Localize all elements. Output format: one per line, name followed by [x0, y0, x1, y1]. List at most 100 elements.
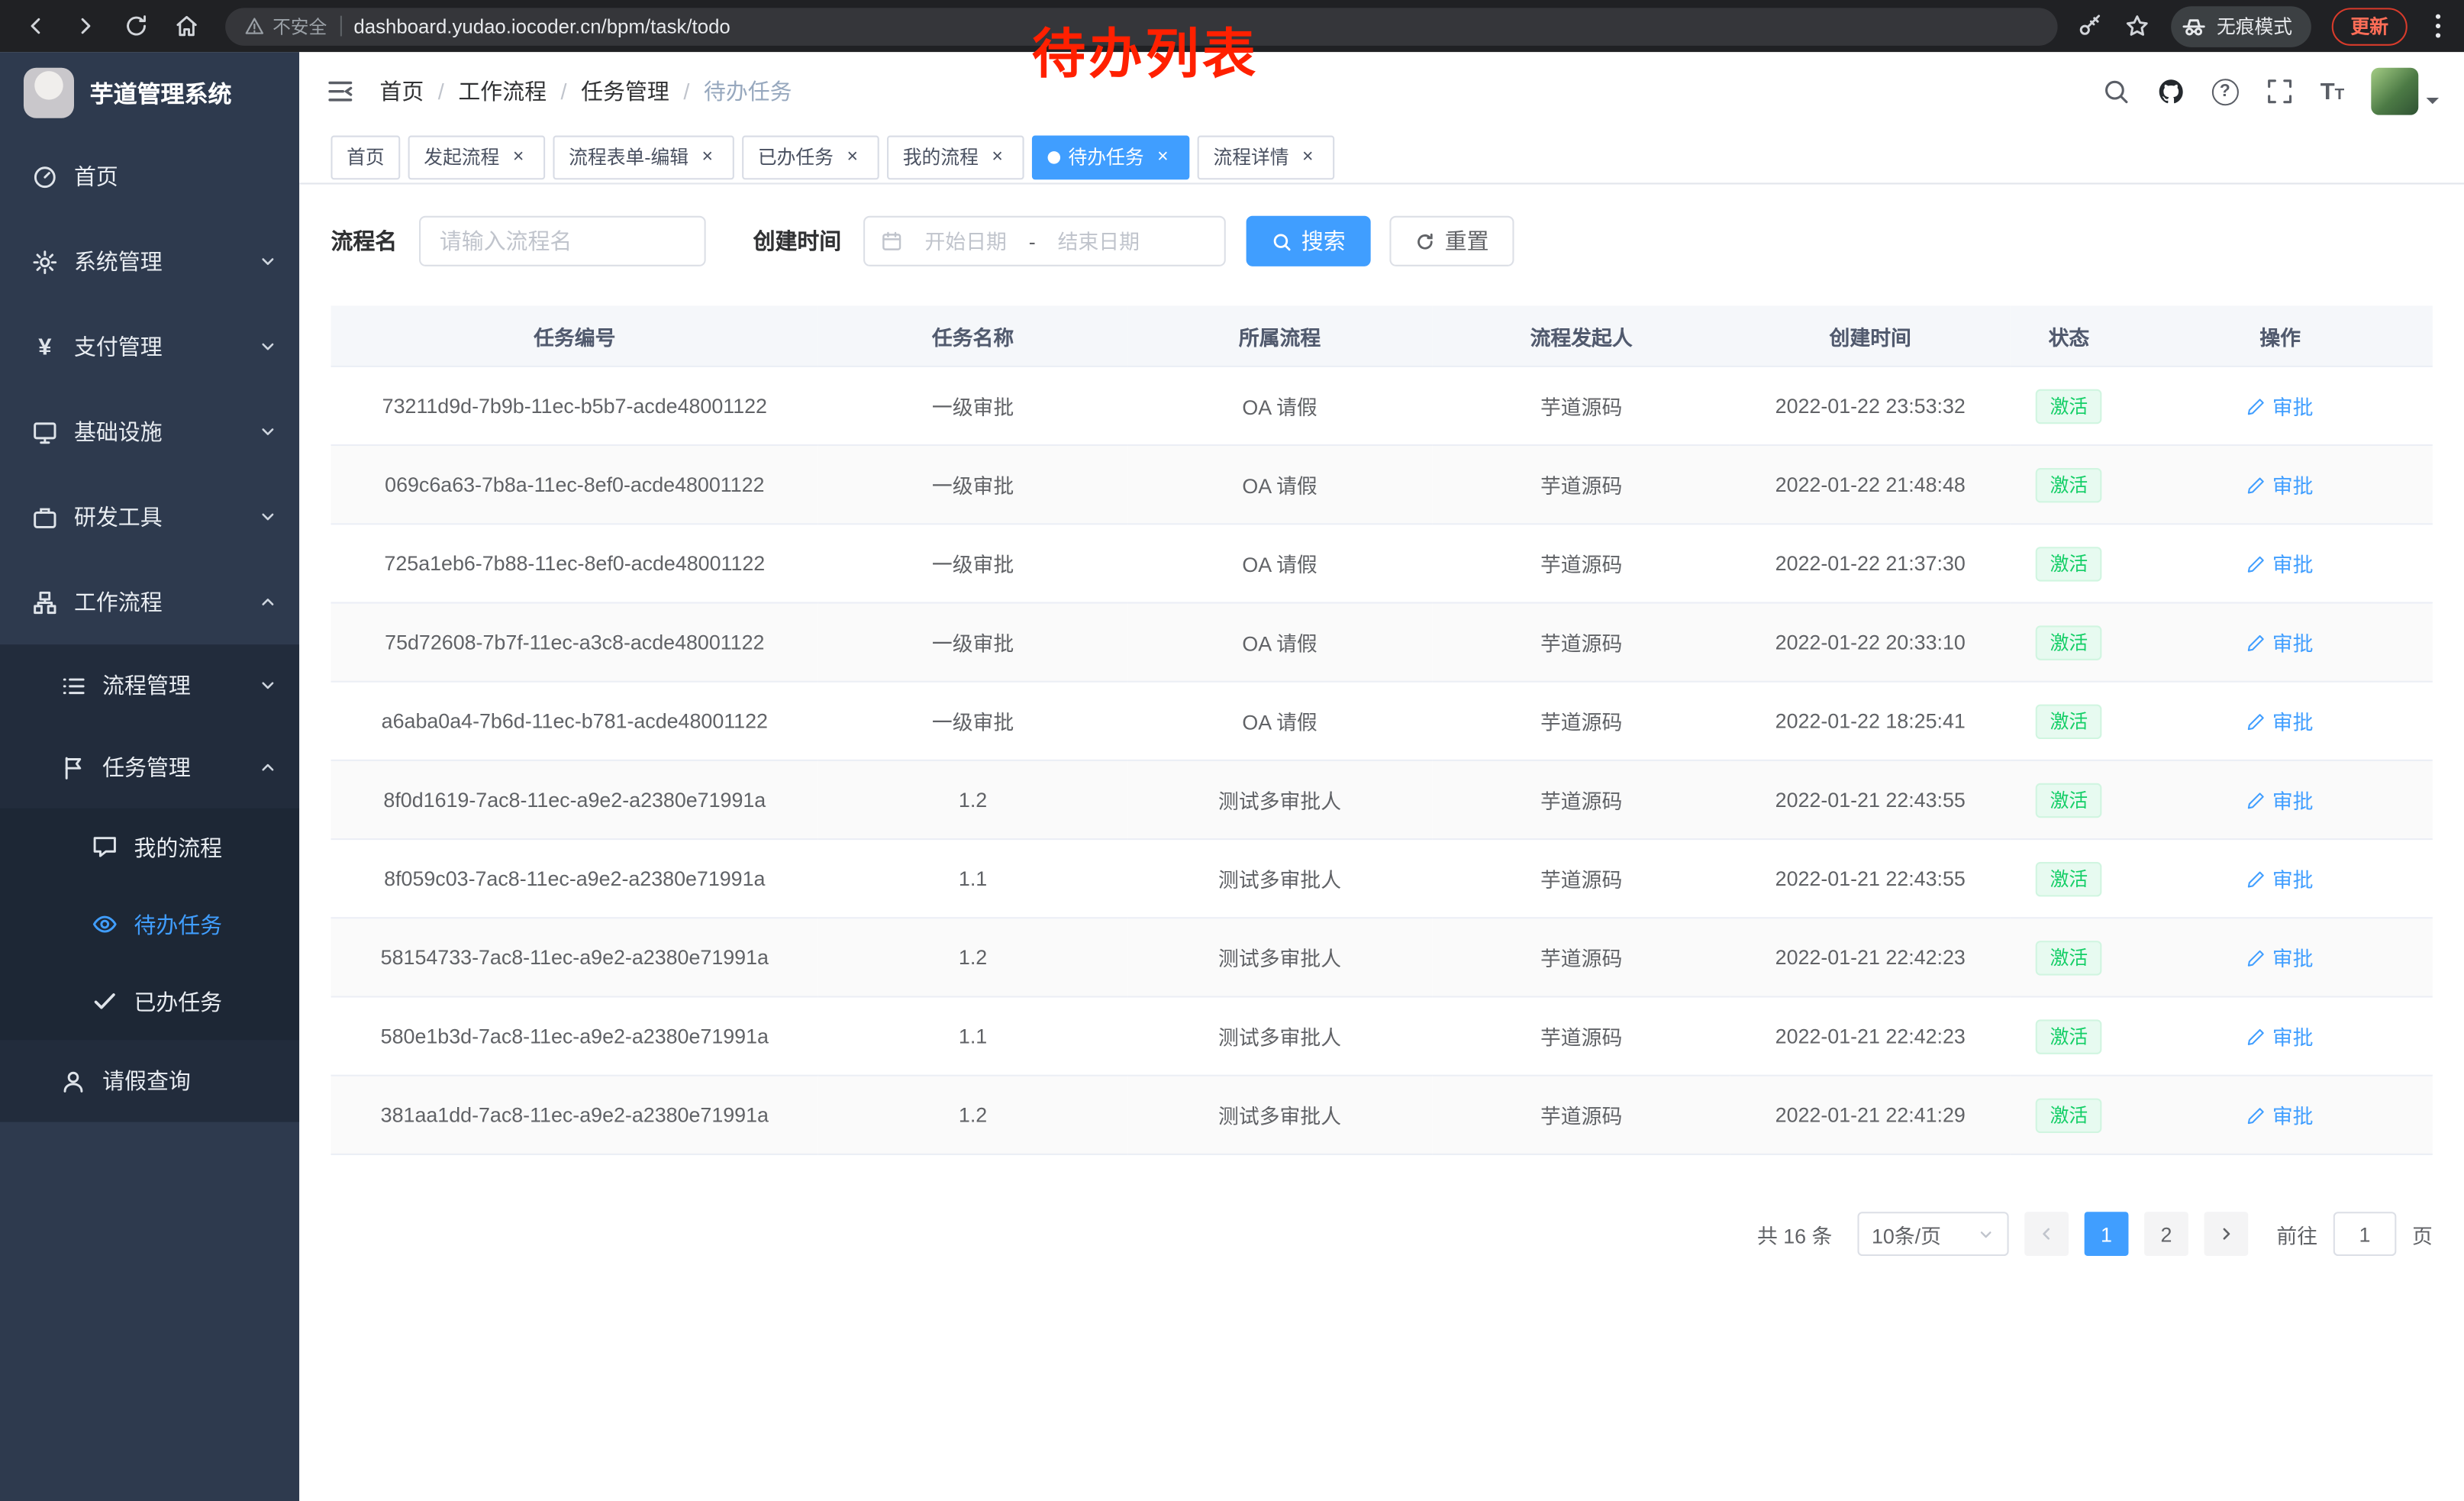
search-icon[interactable] [2101, 77, 2130, 105]
chevron-up-icon [258, 758, 277, 777]
bookmark-star-icon[interactable] [2124, 13, 2150, 40]
app-logo[interactable]: 芋道管理系统 [0, 52, 299, 134]
breadcrumb-item[interactable]: 任务管理 [581, 76, 669, 107]
approve-button[interactable]: 审批 [2247, 863, 2314, 893]
page-button-2[interactable]: 2 [2144, 1212, 2188, 1256]
divider [340, 16, 341, 37]
process-name-input[interactable] [419, 216, 706, 266]
tab-my-process[interactable]: 我的流程 × [887, 134, 1024, 179]
sidebar-item-system[interactable]: 系统管理 [0, 219, 299, 304]
sidebar-item-todo-tasks[interactable]: 待办任务 [0, 886, 299, 963]
sidebar-item-done-tasks[interactable]: 已办任务 [0, 963, 299, 1040]
approve-button[interactable]: 审批 [2247, 1021, 2314, 1051]
reset-button[interactable]: 重置 [1389, 216, 1514, 266]
cell-created: 2022-01-21 22:43:55 [1730, 760, 2010, 839]
status-badge: 激活 [2036, 1098, 2102, 1132]
approve-button[interactable]: 审批 [2247, 706, 2314, 736]
sidebar-item-label: 待办任务 [134, 909, 277, 940]
breadcrumb-item[interactable]: 工作流程 [458, 76, 547, 107]
approve-button[interactable]: 审批 [2247, 942, 2314, 972]
cell-process: OA 请假 [1127, 524, 1432, 602]
dashboard-icon [31, 163, 58, 190]
start-date-input[interactable] [909, 229, 1023, 253]
page-button-1[interactable]: 1 [2085, 1212, 2129, 1256]
close-icon[interactable]: × [841, 146, 863, 168]
forward-icon[interactable] [73, 13, 99, 40]
cell-task-name: 一级审批 [818, 524, 1127, 602]
tab-process-detail[interactable]: 流程详情 × [1198, 134, 1335, 179]
hamburger-icon[interactable] [324, 76, 356, 107]
close-icon[interactable]: × [508, 146, 530, 168]
incognito-badge: 无痕模式 [2171, 5, 2311, 47]
cell-process: 测试多审批人 [1127, 996, 1432, 1075]
fullscreen-icon[interactable] [2265, 77, 2293, 105]
cell-task-name: 1.1 [818, 996, 1127, 1075]
tab-todo-tasks[interactable]: 待办任务 × [1032, 134, 1189, 179]
sidebar-item-leave-query[interactable]: 请假查询 [0, 1040, 299, 1122]
page-size-select[interactable]: 10条/页 [1857, 1212, 2008, 1256]
font-size-icon[interactable]: TT [2320, 79, 2345, 103]
approve-button[interactable]: 审批 [2247, 627, 2314, 657]
cell-initiator: 芋道源码 [1432, 918, 1730, 996]
sidebar-item-my-process[interactable]: 我的流程 [0, 809, 299, 886]
end-date-input[interactable] [1042, 229, 1156, 253]
breadcrumb-item[interactable]: 首页 [379, 76, 424, 107]
cell-status: 激活 [2010, 602, 2127, 681]
approve-button[interactable]: 审批 [2247, 548, 2314, 578]
cell-initiator: 芋道源码 [1432, 760, 1730, 839]
approve-button[interactable]: 审批 [2247, 785, 2314, 815]
tab-start-process[interactable]: 发起流程 × [408, 134, 546, 179]
approve-button[interactable]: 审批 [2247, 470, 2314, 499]
github-icon[interactable] [2156, 77, 2185, 105]
address-bar[interactable]: 不安全 dashboard.yudao.iocoder.cn/bpm/task/… [225, 7, 2057, 45]
cell-created: 2022-01-22 18:25:41 [1730, 682, 2010, 760]
security-chip[interactable]: 不安全 [244, 14, 327, 39]
cell-task-name: 1.2 [818, 918, 1127, 996]
help-icon[interactable]: ? [2211, 78, 2238, 105]
key-icon[interactable] [2076, 13, 2103, 40]
sidebar-item-home[interactable]: 首页 [0, 134, 299, 218]
active-dot [1048, 150, 1061, 163]
col-action: 操作 [2128, 305, 2433, 366]
screen: 不安全 dashboard.yudao.iocoder.cn/bpm/task/… [0, 0, 2464, 1501]
next-page-button[interactable] [2204, 1212, 2248, 1256]
sidebar-item-devtools[interactable]: 研发工具 [0, 474, 299, 559]
table-row: 73211d9d-7b9b-11ec-b5b7-acde48001122 一级审… [331, 366, 2432, 445]
cell-task-name: 1.2 [818, 760, 1127, 839]
page-content: 流程名 创建时间 - 搜索 重置 [299, 184, 2464, 1501]
goto-page-input[interactable] [2333, 1212, 2397, 1256]
tab-done-tasks[interactable]: 已办任务 × [742, 134, 879, 179]
user-menu[interactable] [2371, 68, 2439, 115]
cell-action: 审批 [2128, 996, 2433, 1075]
more-menu-icon[interactable] [2436, 24, 2440, 28]
reload-icon[interactable] [123, 13, 150, 40]
approve-button[interactable]: 审批 [2247, 391, 2314, 421]
gear-icon [31, 248, 58, 275]
date-range-picker[interactable]: - [863, 216, 1226, 266]
sidebar-item-process-management[interactable]: 流程管理 [0, 644, 299, 726]
cell-process: OA 请假 [1127, 682, 1432, 760]
home-icon[interactable] [173, 13, 200, 40]
update-button[interactable]: 更新 [2332, 7, 2408, 45]
search-button[interactable]: 搜索 [1247, 216, 1371, 266]
sidebar-item-label: 系统管理 [74, 246, 258, 277]
edit-icon [2247, 790, 2266, 809]
prev-page-button[interactable] [2024, 1212, 2069, 1256]
status-badge: 激活 [2036, 1018, 2102, 1053]
tab-form-edit[interactable]: 流程表单-编辑 × [553, 134, 734, 179]
close-icon[interactable]: × [1152, 146, 1174, 168]
tab-home[interactable]: 首页 [331, 134, 400, 179]
sidebar-item-workflow[interactable]: 工作流程 [0, 560, 299, 644]
cell-task-id: 8f0d1619-7ac8-11ec-a9e2-a2380e71991a [331, 760, 818, 839]
sidebar-item-infrastructure[interactable]: 基础设施 [0, 389, 299, 474]
top-navbar: 首页 / 工作流程 / 任务管理 / 待办任务 ? TT [299, 52, 2464, 131]
close-icon[interactable]: × [986, 146, 1008, 168]
sidebar-item-task-management[interactable]: 任务管理 [0, 727, 299, 809]
approve-button[interactable]: 审批 [2247, 1100, 2314, 1130]
back-icon[interactable] [22, 13, 49, 40]
sidebar-item-payment[interactable]: ¥ 支付管理 [0, 304, 299, 389]
close-icon[interactable]: × [696, 146, 718, 168]
cell-initiator: 芋道源码 [1432, 1076, 1730, 1154]
workflow-icon [31, 589, 58, 615]
close-icon[interactable]: × [1297, 146, 1319, 168]
